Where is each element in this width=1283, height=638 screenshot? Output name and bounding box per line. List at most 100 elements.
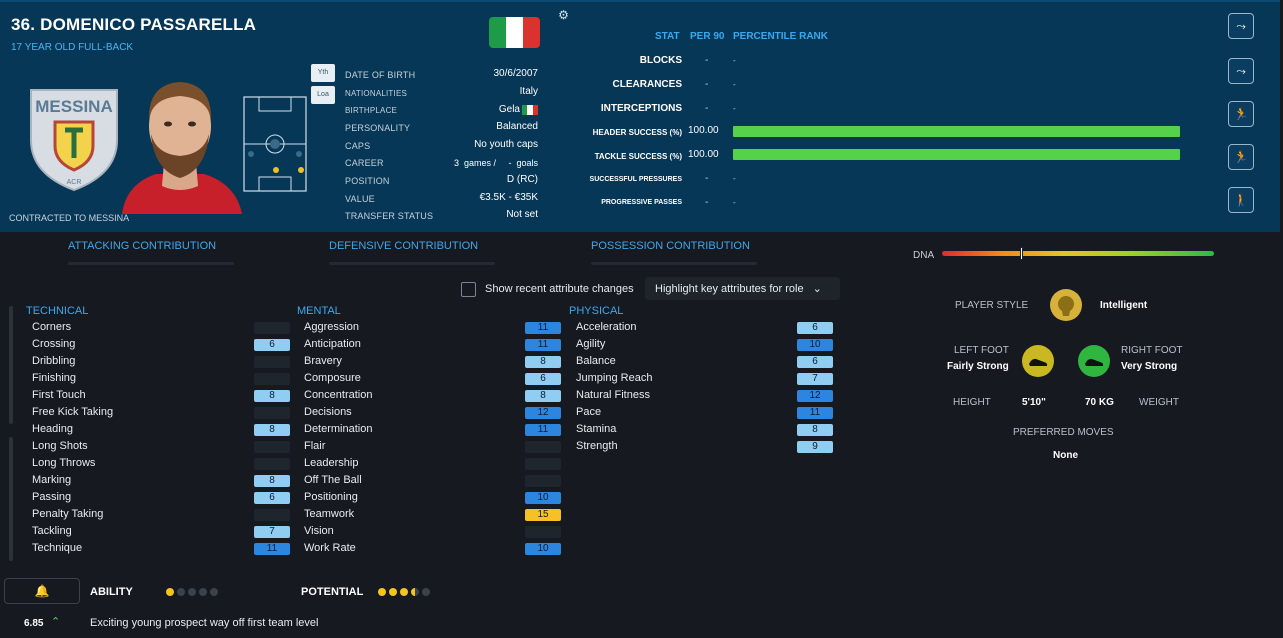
youth-tag-button[interactable]: Yth [311, 64, 335, 82]
left-foot-label: LEFT FOOT [954, 345, 1009, 356]
dob-value: 30/6/2007 [493, 68, 539, 79]
nationalities-label: NATIONALITIES [345, 89, 408, 98]
possession-contribution-title: POSSESSION CONTRIBUTION [591, 240, 750, 252]
attribute-name[interactable]: Long Throws [32, 457, 95, 469]
show-changes-label[interactable]: Show recent attribute changes [485, 283, 634, 295]
attribute-name[interactable]: Heading [32, 423, 73, 435]
slide-tackle-icon[interactable]: ⤳ [1228, 13, 1254, 39]
attribute-value [254, 509, 290, 521]
star-dot [378, 588, 386, 596]
running-player-icon[interactable]: 🏃 [1228, 101, 1254, 127]
attribute-value: 9 [797, 441, 833, 453]
attribute-name[interactable]: Flair [304, 440, 325, 452]
gear-icon[interactable]: ⚙ [557, 9, 570, 22]
stat-label-successful-pressures: SUCCESSFUL PRESSURES [589, 176, 682, 183]
attribute-name[interactable]: Composure [304, 372, 361, 384]
attribute-name[interactable]: Natural Fitness [576, 389, 650, 401]
attribute-name[interactable]: Acceleration [576, 321, 637, 333]
attribute-value: 6 [797, 356, 833, 368]
attribute-name[interactable]: Stamina [576, 423, 616, 435]
contracted-to-label[interactable]: CONTRACTED TO MESSINA [9, 213, 129, 223]
show-changes-checkbox[interactable] [461, 282, 476, 297]
height-value: 5'10" [1022, 397, 1046, 408]
attribute-value: 6 [525, 373, 561, 385]
running-player-icon[interactable]: 🏃 [1228, 144, 1254, 170]
player-style-label: PLAYER STYLE [955, 300, 1029, 311]
stat-rank-clearances: - [733, 80, 736, 89]
attribute-name[interactable]: First Touch [32, 389, 86, 401]
caps-label: CAPS [345, 141, 371, 151]
attribute-name[interactable]: Marking [32, 474, 71, 486]
attribute-name[interactable]: Vision [304, 525, 334, 537]
club-crest-sub: ACR [67, 179, 82, 186]
preferred-moves-label: PREFERRED MOVES [1013, 427, 1114, 438]
birthplace-value[interactable]: Gela [499, 104, 520, 115]
attribute-name[interactable]: Leadership [304, 457, 358, 469]
attribute-name[interactable]: Finishing [32, 372, 76, 384]
attribute-name[interactable]: Jumping Reach [576, 372, 652, 384]
attribute-name[interactable]: Off The Ball [304, 474, 362, 486]
personality-value: Balanced [496, 121, 538, 132]
attacking-contribution-title: ATTACKING CONTRIBUTION [68, 240, 217, 252]
star-dot [411, 588, 419, 596]
attribute-name[interactable]: Positioning [304, 491, 358, 503]
attribute-name[interactable]: Penalty Taking [32, 508, 103, 520]
attribute-value [525, 475, 561, 487]
attribute-value: 8 [797, 424, 833, 436]
club-crest[interactable]: MESSINA ACR [27, 82, 121, 194]
attribute-name[interactable]: Strength [576, 440, 618, 452]
attribute-name[interactable]: Aggression [304, 321, 359, 333]
attribute-value: 11 [525, 424, 561, 436]
attribute-value: 11 [525, 322, 561, 334]
attribute-name[interactable]: Agility [576, 338, 605, 350]
brain-icon[interactable] [1050, 289, 1082, 321]
attribute-value: 12 [525, 407, 561, 419]
attribute-name[interactable]: Anticipation [304, 338, 361, 350]
stat-per90-blocks: - [705, 55, 709, 66]
value-label: VALUE [345, 194, 375, 204]
attribute-value: 10 [525, 543, 561, 555]
height-label: HEIGHT [953, 397, 991, 408]
value-value: €3.5K - €35K [479, 192, 538, 203]
attribute-name[interactable]: Balance [576, 355, 616, 367]
star-dot [166, 588, 174, 596]
attribute-name[interactable]: Free Kick Taking [32, 406, 113, 418]
attribute-name[interactable]: Tackling [32, 525, 72, 537]
nationality-flag-icon [489, 17, 540, 48]
attribute-name[interactable]: Determination [304, 423, 372, 435]
player-subtitle: 17 YEAR OLD FULL-BACK [11, 42, 134, 53]
attribute-name[interactable]: Dribbling [32, 355, 75, 367]
loan-tag-button[interactable]: Loa [311, 86, 335, 104]
dna-marker [1020, 247, 1023, 260]
attribute-name[interactable]: Teamwork [304, 508, 354, 520]
highlight-attributes-dropdown[interactable]: Highlight key attributes for role ⌄ [645, 277, 840, 300]
technical-group-strip-1 [9, 306, 13, 424]
attribute-name[interactable]: Crossing [32, 338, 75, 350]
nationalities-value[interactable]: Italy [520, 86, 538, 97]
transfer-status-value[interactable]: Not set [506, 209, 538, 220]
right-boot-icon [1078, 345, 1110, 377]
attribute-name[interactable]: Long Shots [32, 440, 88, 452]
attribute-name[interactable]: Work Rate [304, 542, 356, 554]
attribute-value: 8 [254, 424, 290, 436]
stat-rank-interceptions: - [733, 104, 736, 113]
attribute-name[interactable]: Technique [32, 542, 82, 554]
walking-player-icon[interactable]: 🚶 [1228, 187, 1254, 213]
attribute-name[interactable]: Concentration [304, 389, 373, 401]
attribute-name[interactable]: Corners [32, 321, 71, 333]
stat-per90-interceptions: - [705, 103, 709, 114]
attribute-name[interactable]: Passing [32, 491, 71, 503]
stat-per90-successful-pressures: - [705, 173, 709, 184]
attribute-value [254, 407, 290, 419]
attribute-value [254, 373, 290, 385]
block-icon[interactable]: ⤳ [1228, 58, 1254, 84]
attribute-name[interactable]: Bravery [304, 355, 342, 367]
potential-label: POTENTIAL [301, 586, 364, 598]
player-portrait [122, 82, 242, 214]
attribute-name[interactable]: Pace [576, 406, 601, 418]
position-label: POSITION [345, 176, 390, 186]
coach-report-button[interactable]: 🔔 [4, 578, 80, 604]
attribute-name[interactable]: Decisions [304, 406, 352, 418]
preferred-moves-value: None [1053, 450, 1078, 461]
star-dot [188, 588, 196, 596]
